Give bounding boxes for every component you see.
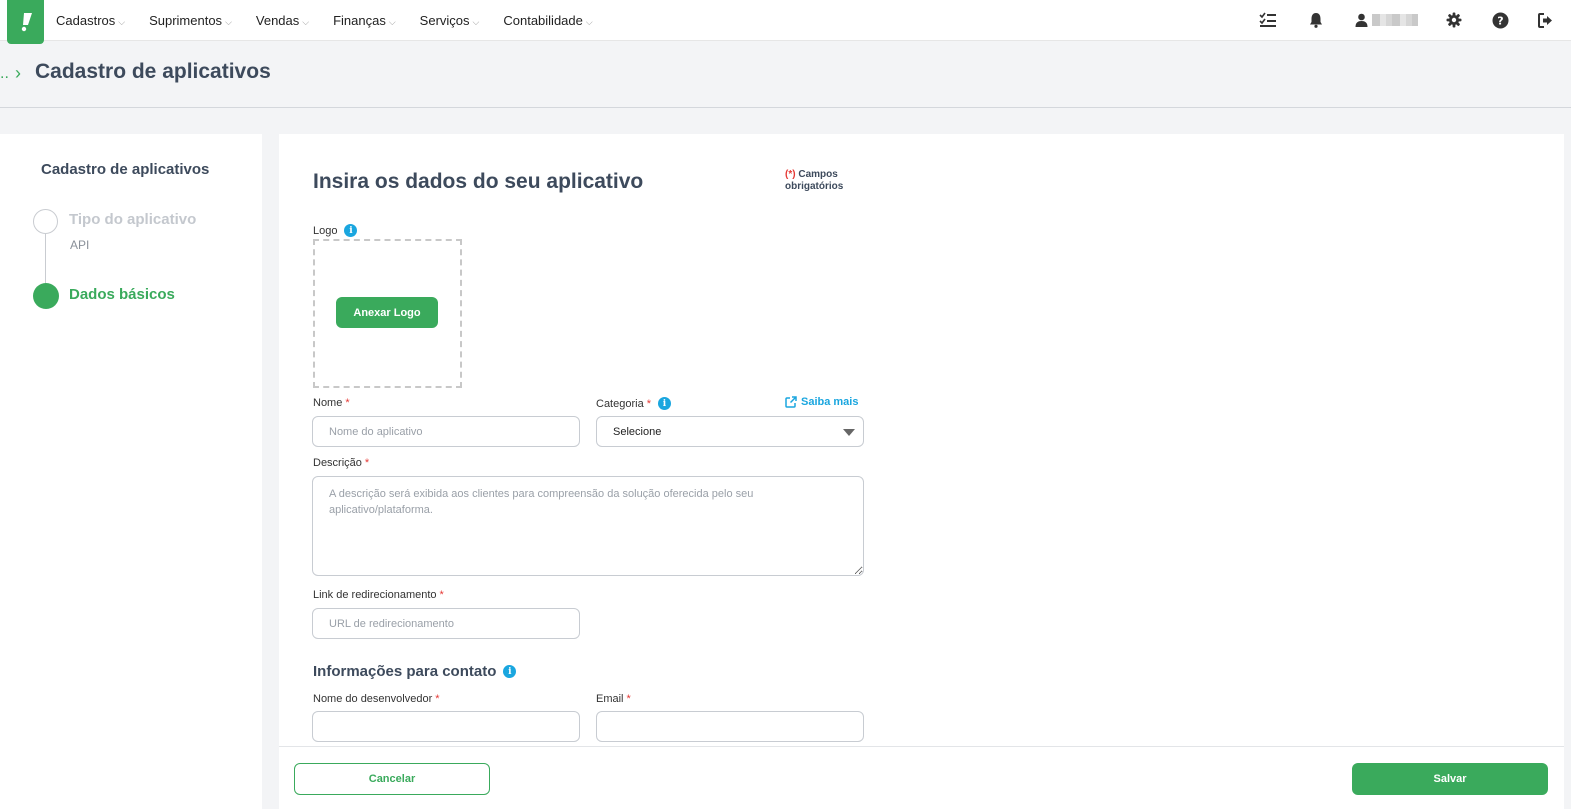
user-name-redacted xyxy=(1372,14,1418,26)
required-mark: * xyxy=(435,693,440,705)
developer-label-text: Nome do desenvolvedor xyxy=(313,693,433,705)
contact-title-text: Informações para contato xyxy=(313,663,497,680)
breadcrumb-separator-icon: › xyxy=(15,63,21,83)
user-icon xyxy=(1355,13,1368,27)
info-icon[interactable]: i xyxy=(503,665,517,678)
svg-text:?: ? xyxy=(1497,14,1503,27)
chevron-down-icon: ⌵ xyxy=(225,16,232,27)
logout-icon[interactable] xyxy=(1535,9,1557,31)
menu-label: Suprimentos xyxy=(149,12,223,28)
app-name-input[interactable] xyxy=(312,416,580,447)
menu-financas[interactable]: Finanças ⌵ xyxy=(333,13,396,28)
top-navbar: Cadastros ⌵ Suprimentos ⌵ Vendas ⌵ Finanças… xyxy=(0,0,1571,44)
form-title: Insira os dados do seu aplicativo xyxy=(313,170,644,193)
stepper-panel: Cadastro de aplicativos Tipo do aplicati… xyxy=(0,134,262,809)
menu-contabilidade[interactable]: Contabilidade ⌵ xyxy=(503,13,592,28)
attach-logo-button[interactable]: Anexar Logo xyxy=(336,297,438,328)
info-icon[interactable]: i xyxy=(344,224,358,237)
step-1-label[interactable]: Tipo do aplicativo xyxy=(69,211,196,228)
redirect-url-input[interactable] xyxy=(312,608,580,639)
developer-name-input[interactable] xyxy=(312,711,580,742)
required-fields-note: (*) Campos obrigatórios xyxy=(785,169,843,193)
description-label: Descrição * xyxy=(313,457,369,469)
required-mark: * xyxy=(345,397,350,409)
email-label-text: Email xyxy=(596,693,624,705)
menu-vendas[interactable]: Vendas ⌵ xyxy=(256,13,309,28)
required-mark: * xyxy=(439,589,444,601)
external-link-icon xyxy=(785,396,797,408)
help-icon[interactable]: ? xyxy=(1489,9,1511,31)
main-menu: Cadastros ⌵ Suprimentos ⌵ Vendas ⌵ Finanças… xyxy=(56,0,617,40)
cancel-button[interactable]: Cancelar xyxy=(294,763,490,795)
step-1-indicator xyxy=(33,209,58,234)
category-label-text: Categoria xyxy=(596,397,644,410)
form-card: Insira os dados do seu aplicativo (*) Ca… xyxy=(279,134,1564,746)
chevron-down-icon: ⌵ xyxy=(118,16,126,27)
category-selected-value: Selecione xyxy=(613,425,662,438)
required-mark: * xyxy=(626,693,631,705)
required-note-text-2: obrigatórios xyxy=(785,181,844,192)
chevron-down-icon: ⌵ xyxy=(585,16,593,27)
required-note-text: Campos xyxy=(798,169,838,180)
chevron-down-icon: ⌵ xyxy=(472,16,480,27)
menu-label: Vendas xyxy=(255,12,300,28)
description-label-text: Descrição xyxy=(313,457,362,469)
chevron-down-icon: ⌵ xyxy=(302,16,310,27)
breadcrumb-ellipsis[interactable]: .. xyxy=(0,65,9,83)
email-label: Email * xyxy=(596,693,631,705)
step-1-value: API xyxy=(70,238,90,252)
bell-icon[interactable] xyxy=(1305,9,1327,31)
page-header: .. › Cadastro de aplicativos xyxy=(0,41,1571,108)
form-footer: Cancelar Salvar xyxy=(279,746,1564,809)
name-label-text: Nome xyxy=(313,397,343,409)
page-title: Cadastro de aplicativos xyxy=(35,60,271,83)
category-label: Categoria * i xyxy=(596,397,671,410)
required-note-star: (*) xyxy=(785,169,796,180)
required-mark: * xyxy=(364,457,370,469)
stepper-title: Cadastro de aplicativos xyxy=(41,161,210,178)
chevron-down-icon: ⌵ xyxy=(388,16,396,27)
logo-mark-icon xyxy=(21,13,32,32)
menu-label: Serviços xyxy=(419,12,470,28)
menu-label: Cadastros xyxy=(56,12,116,28)
required-mark: * xyxy=(646,397,651,410)
gear-icon[interactable] xyxy=(1443,9,1465,31)
learn-more-text: Saiba mais xyxy=(801,396,859,408)
developer-label: Nome do desenvolvedor * xyxy=(313,693,440,705)
app-logo[interactable] xyxy=(7,0,44,44)
user-menu[interactable] xyxy=(1355,13,1418,27)
category-select[interactable]: Selecione xyxy=(596,416,864,447)
tasks-icon[interactable] xyxy=(1257,9,1279,31)
menu-label: Finanças xyxy=(333,12,386,28)
contact-section-title: Informações para contato i xyxy=(313,663,517,680)
info-icon[interactable]: i xyxy=(657,397,671,410)
redirect-label-text: Link de redirecionamento xyxy=(313,589,437,601)
email-input[interactable] xyxy=(596,711,864,742)
step-2-label: Dados básicos xyxy=(69,286,175,303)
menu-label: Contabilidade xyxy=(503,12,583,28)
caret-down-icon xyxy=(843,429,855,436)
logo-label-text: Logo xyxy=(313,224,338,237)
name-label: Nome * xyxy=(313,397,350,409)
menu-cadastros[interactable]: Cadastros ⌵ xyxy=(56,13,125,28)
logo-label: Logo i xyxy=(313,224,358,237)
description-textarea[interactable] xyxy=(312,476,864,576)
learn-more-link[interactable]: Saiba mais xyxy=(785,396,858,408)
save-button[interactable]: Salvar xyxy=(1352,763,1548,795)
step-2-indicator xyxy=(33,283,59,309)
menu-servicos[interactable]: Serviços ⌵ xyxy=(420,13,480,28)
step-connector xyxy=(45,234,46,284)
redirect-label: Link de redirecionamento * xyxy=(313,589,444,601)
menu-suprimentos[interactable]: Suprimentos ⌵ xyxy=(149,13,232,28)
